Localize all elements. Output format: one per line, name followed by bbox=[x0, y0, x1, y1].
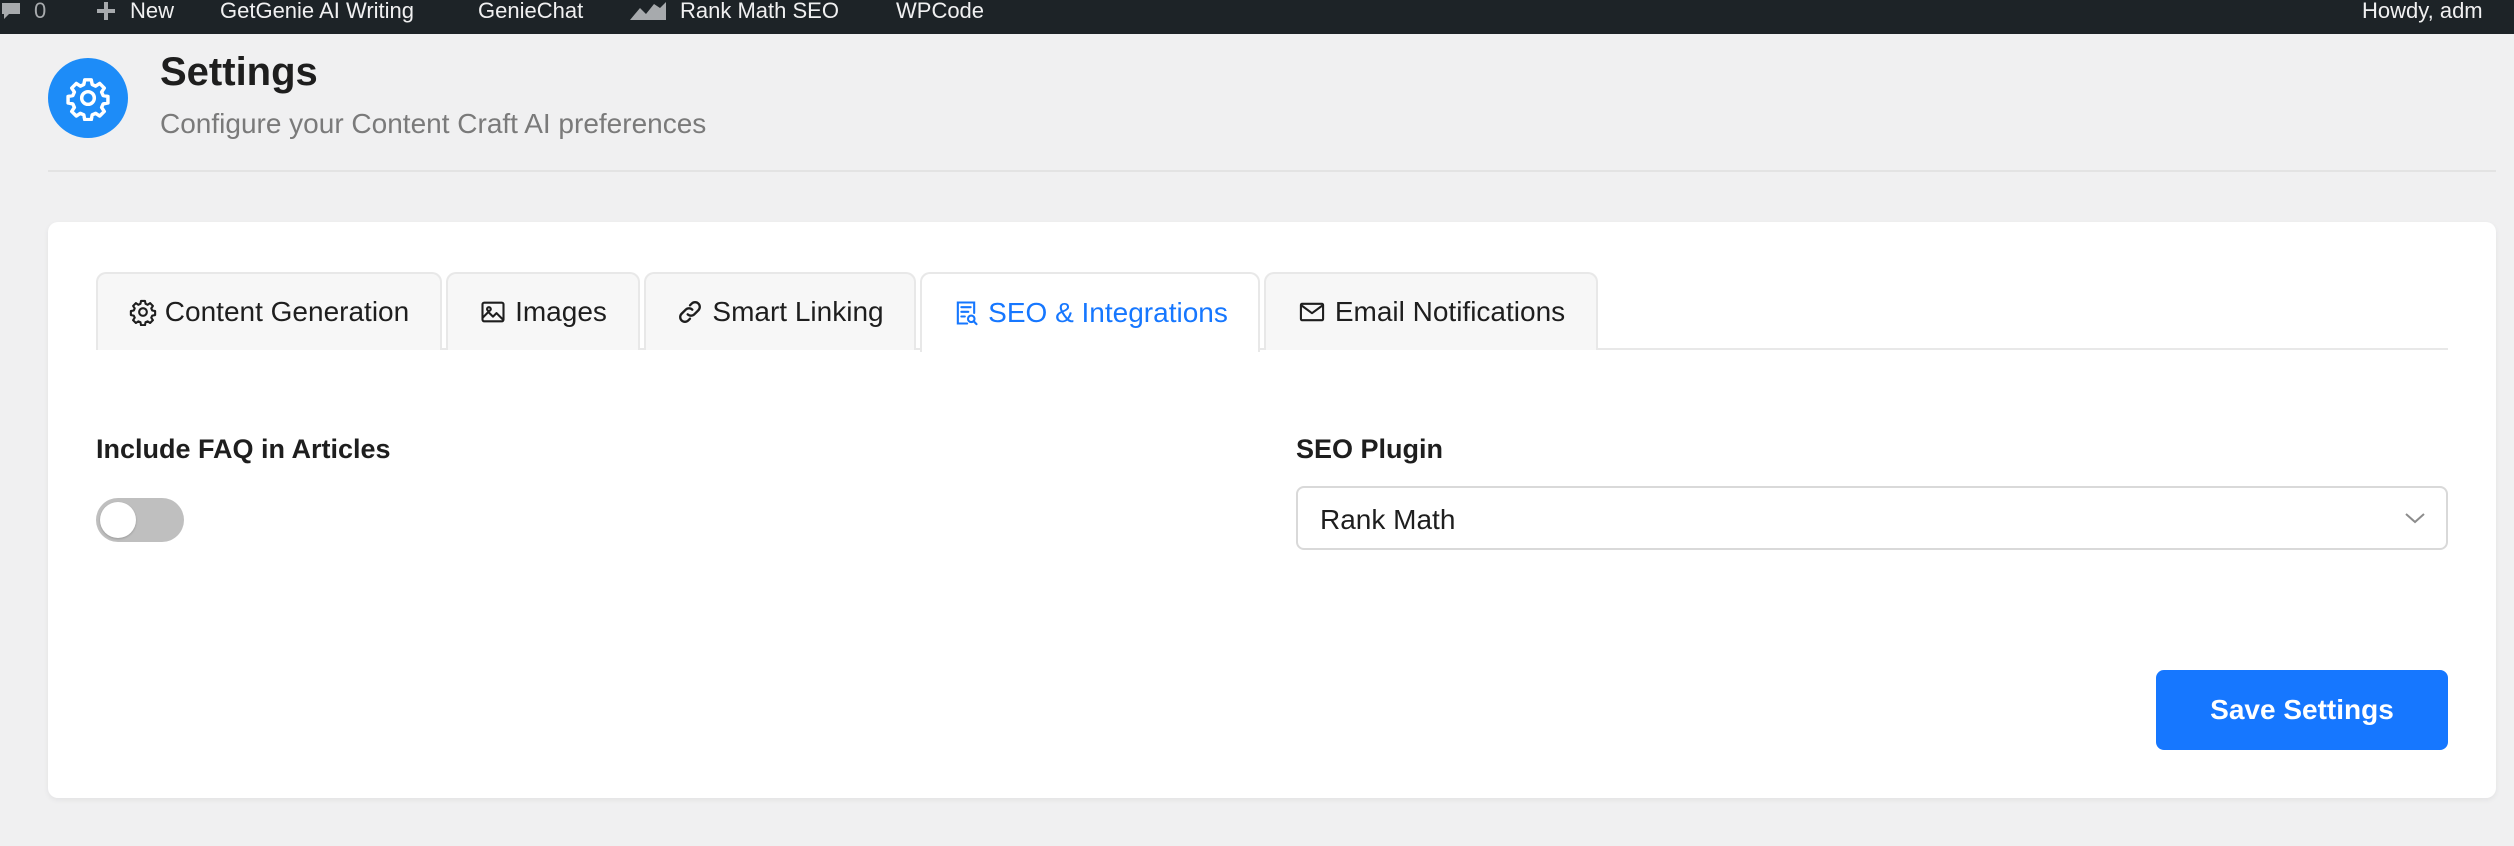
wpcode-label: WPCode bbox=[896, 0, 985, 23]
howdy-label: Howdy, adm bbox=[2362, 0, 2483, 23]
comment-icon bbox=[0, 1, 22, 21]
tab-label: Smart Linking bbox=[712, 296, 884, 327]
admin-bar-new[interactable]: New bbox=[94, 0, 174, 28]
tab-label: Content Generation bbox=[164, 296, 410, 327]
gear-icon bbox=[66, 78, 110, 121]
page-subtitle: Configure your Content Craft AI preferen… bbox=[160, 108, 707, 139]
tab-images[interactable]: Images bbox=[446, 272, 640, 350]
header-divider bbox=[48, 170, 2496, 172]
toggle-knob bbox=[100, 502, 136, 538]
tab-label: Images bbox=[515, 296, 607, 327]
faq-label: Include FAQ in Articles bbox=[96, 434, 391, 464]
seo-document-icon bbox=[952, 299, 980, 327]
faq-toggle[interactable] bbox=[96, 498, 184, 542]
page-title: Settings bbox=[160, 50, 318, 94]
tab-seo-integrations[interactable]: SEO & Integrations bbox=[920, 272, 1260, 352]
admin-bar-account[interactable]: Howdy, adm bbox=[2362, 0, 2483, 28]
tab-email-notifications[interactable]: Email Notifications bbox=[1264, 272, 1598, 350]
gear-icon bbox=[129, 298, 157, 326]
rankmath-label: Rank Math SEO bbox=[680, 0, 839, 23]
mail-icon bbox=[1297, 298, 1327, 326]
settings-header-icon bbox=[48, 58, 128, 138]
plus-icon bbox=[94, 0, 118, 23]
seo-plugin-label: SEO Plugin bbox=[1296, 434, 1444, 464]
chevron-down-icon bbox=[2404, 510, 2426, 531]
tab-smart-linking[interactable]: Smart Linking bbox=[644, 272, 916, 350]
save-settings-button[interactable]: Save Settings bbox=[2156, 670, 2448, 750]
rank-math-icon bbox=[628, 0, 668, 22]
image-icon bbox=[479, 298, 507, 326]
admin-bar-getgenie[interactable]: GetGenie AI Writing bbox=[220, 0, 414, 28]
link-icon bbox=[676, 298, 704, 326]
admin-bar: 0 New GetGenie AI Writing GenieChat Rank… bbox=[0, 0, 2514, 34]
admin-bar-wpcode[interactable]: WPCode bbox=[896, 0, 984, 28]
seo-plugin-selected-value: Rank Math bbox=[1320, 504, 1456, 535]
getgenie-label: GetGenie AI Writing bbox=[220, 0, 415, 23]
new-label: New bbox=[130, 0, 175, 23]
admin-bar-rankmath[interactable]: Rank Math SEO bbox=[628, 0, 839, 28]
tab-content-generation[interactable]: Content Generation bbox=[96, 272, 442, 350]
admin-bar-geniechat[interactable]: GenieChat bbox=[478, 0, 583, 28]
admin-bar-comments[interactable]: 0 bbox=[0, 0, 46, 28]
comments-count: 0 bbox=[34, 0, 47, 23]
tab-label: SEO & Integrations bbox=[988, 297, 1228, 328]
tab-label: Email Notifications bbox=[1334, 296, 1566, 327]
seo-plugin-select[interactable]: Rank Math bbox=[1296, 486, 2448, 550]
geniechat-label: GenieChat bbox=[478, 0, 584, 23]
